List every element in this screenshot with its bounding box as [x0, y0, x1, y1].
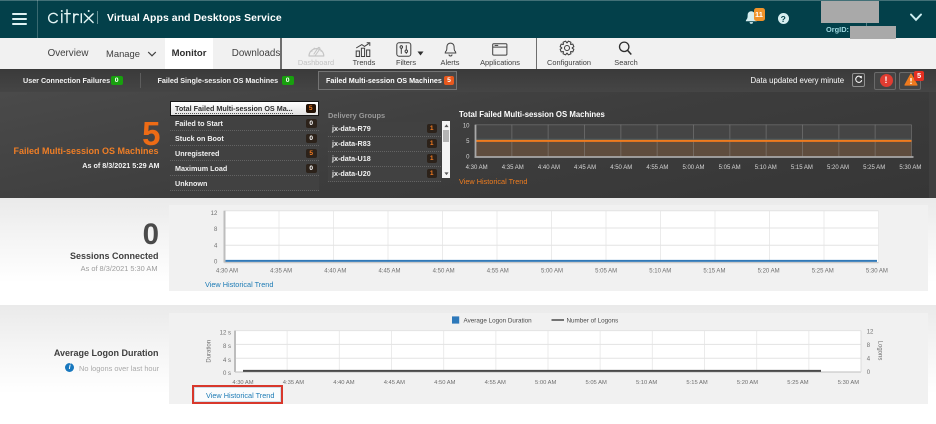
svg-text:5:30 AM: 5:30 AM	[838, 380, 859, 386]
svg-text:4:50 AM: 4:50 AM	[434, 380, 455, 386]
svg-text:5:10 AM: 5:10 AM	[755, 165, 777, 171]
svg-text:0: 0	[867, 370, 871, 376]
svg-text:4:35 AM: 4:35 AM	[502, 165, 524, 171]
svg-text:4:40 AM: 4:40 AM	[333, 380, 354, 386]
svg-text:5:30 AM: 5:30 AM	[899, 165, 921, 171]
svg-text:0: 0	[214, 260, 218, 266]
svg-text:5:05 AM: 5:05 AM	[595, 269, 617, 275]
svg-text:5:20 AM: 5:20 AM	[758, 269, 780, 275]
svg-text:5:00 AM: 5:00 AM	[541, 269, 563, 275]
svg-text:5:15 AM: 5:15 AM	[703, 269, 725, 275]
svg-text:0 s: 0 s	[223, 371, 231, 377]
svg-text:4:45 AM: 4:45 AM	[574, 165, 596, 171]
svg-text:4:50 AM: 4:50 AM	[610, 165, 632, 171]
svg-text:5:20 AM: 5:20 AM	[737, 380, 758, 386]
svg-text:5:20 AM: 5:20 AM	[827, 165, 849, 171]
svg-text:4:40 AM: 4:40 AM	[538, 165, 560, 171]
svg-text:5:00 AM: 5:00 AM	[682, 165, 704, 171]
svg-text:10: 10	[463, 124, 470, 130]
svg-text:5: 5	[466, 139, 470, 145]
svg-text:4: 4	[214, 244, 218, 250]
svg-text:4:35 AM: 4:35 AM	[270, 269, 292, 275]
svg-text:5:00 AM: 5:00 AM	[535, 380, 556, 386]
svg-text:12: 12	[867, 330, 874, 336]
svg-text:5:25 AM: 5:25 AM	[787, 380, 808, 386]
svg-text:4:30 AM: 4:30 AM	[466, 165, 488, 171]
svg-text:4:55 AM: 4:55 AM	[485, 380, 506, 386]
svg-text:5:05 AM: 5:05 AM	[719, 165, 741, 171]
svg-text:8: 8	[867, 343, 871, 349]
svg-text:5:10 AM: 5:10 AM	[636, 380, 657, 386]
svg-text:4:55 AM: 4:55 AM	[487, 269, 509, 275]
svg-text:Average Logon Duration: Average Logon Duration	[464, 318, 533, 325]
svg-text:5:25 AM: 5:25 AM	[812, 269, 834, 275]
svg-text:4:45 AM: 4:45 AM	[384, 380, 405, 386]
svg-text:5:30 AM: 5:30 AM	[866, 269, 888, 275]
svg-text:8 s: 8 s	[223, 344, 231, 350]
svg-text:Number of Logons: Number of Logons	[567, 318, 619, 325]
svg-text:4:30 AM: 4:30 AM	[216, 269, 238, 275]
svg-text:4:35 AM: 4:35 AM	[283, 380, 304, 386]
svg-text:4:40 AM: 4:40 AM	[324, 269, 346, 275]
svg-text:4: 4	[867, 356, 871, 362]
svg-text:5:10 AM: 5:10 AM	[649, 269, 671, 275]
svg-text:Duration: Duration	[207, 340, 213, 363]
svg-text:4 s: 4 s	[223, 358, 231, 364]
svg-text:12: 12	[211, 211, 218, 217]
svg-text:5:05 AM: 5:05 AM	[586, 380, 607, 386]
svg-text:5:15 AM: 5:15 AM	[686, 380, 707, 386]
svg-text:4:45 AM: 4:45 AM	[378, 269, 400, 275]
svg-text:4:50 AM: 4:50 AM	[433, 269, 455, 275]
svg-text:5:25 AM: 5:25 AM	[863, 165, 885, 171]
svg-text:0: 0	[466, 155, 470, 161]
svg-text:Logons: Logons	[876, 341, 882, 361]
svg-text:4:55 AM: 4:55 AM	[646, 165, 668, 171]
svg-text:5:15 AM: 5:15 AM	[791, 165, 813, 171]
svg-text:8: 8	[214, 227, 218, 233]
svg-text:12 s: 12 s	[220, 330, 231, 336]
